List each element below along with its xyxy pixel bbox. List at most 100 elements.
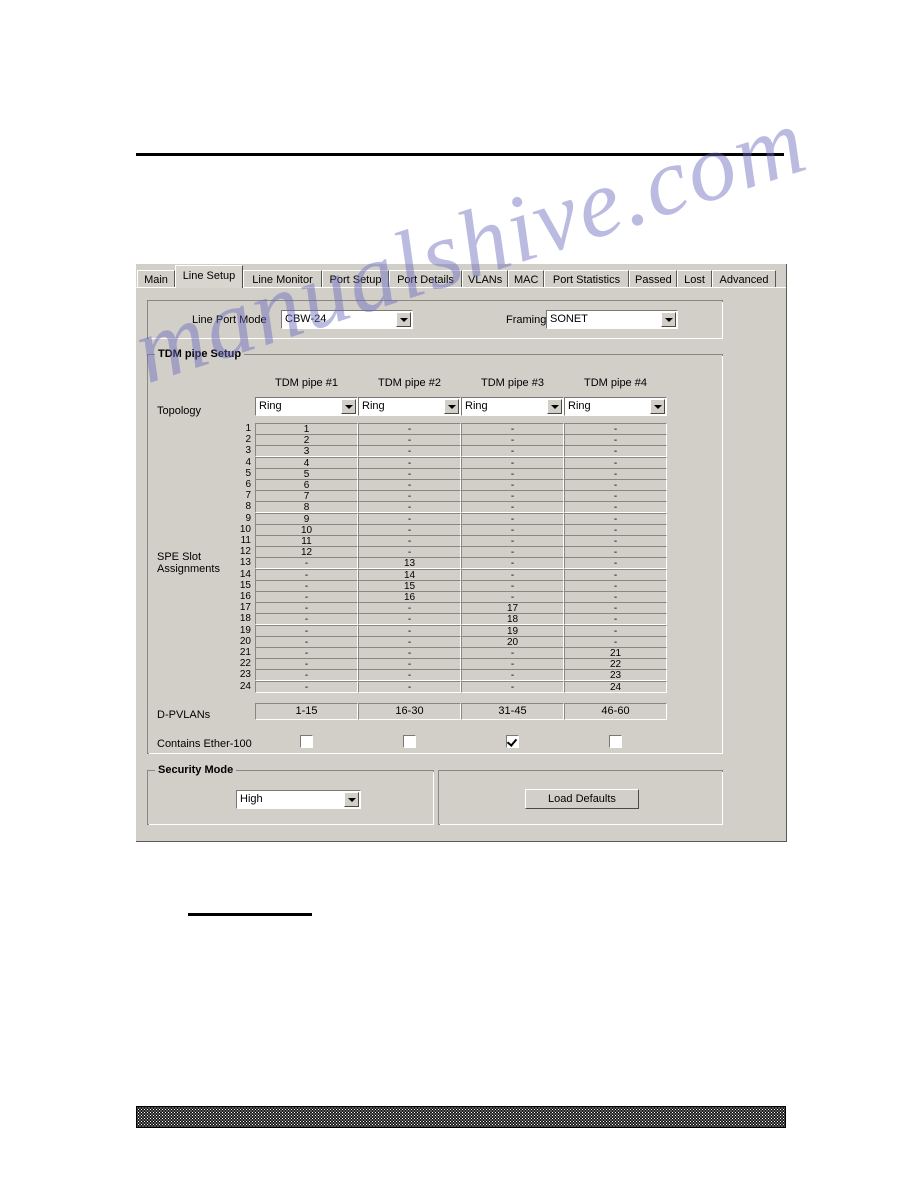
spe-slot-cell: - (564, 546, 667, 559)
spe-slot-cell: 4 (255, 456, 358, 469)
spe-row-number: 15 (239, 579, 251, 591)
chevron-down-icon[interactable] (344, 792, 359, 807)
spe-row-number: 7 (245, 490, 251, 502)
spe-slot-cell: - (461, 512, 564, 525)
spe-slot-cell: - (255, 579, 358, 592)
tab-mac[interactable]: MAC (508, 270, 544, 288)
chevron-down-icon[interactable] (650, 399, 665, 414)
spe-slot-cell: 10 (255, 523, 358, 536)
spe-slot-cell: - (461, 568, 564, 581)
spe-row-number: 9 (245, 512, 251, 524)
framing-combo[interactable]: SONET (546, 310, 678, 329)
contains-ether-100-label: Contains Ether-100 (157, 738, 252, 750)
dpvlans-field-pipe-1: 1-15 (255, 703, 358, 720)
spe-row-number: 8 (245, 501, 251, 513)
topology-combo-pipe-4[interactable]: Ring (564, 397, 667, 416)
spe-slot-cell: 21 (564, 647, 667, 659)
spe-slot-cell: - (461, 523, 564, 536)
tab-passed[interactable]: Passed (629, 270, 677, 288)
tab-lost[interactable]: Lost (677, 270, 712, 288)
spe-slot-cell: 13 (358, 557, 461, 570)
spe-slot-cell: - (255, 680, 358, 693)
spe-slot-cell: - (358, 523, 461, 536)
spe-slot-cell: - (255, 613, 358, 626)
spe-slot-cell: - (564, 456, 667, 469)
framing-label: Framing (506, 314, 547, 326)
line-port-mode-label: Line Port Mode (192, 314, 267, 326)
spe-slot-cell: 8 (255, 501, 358, 514)
spe-slot-cell: - (564, 579, 667, 592)
tab-port-statistics[interactable]: Port Statistics (544, 270, 629, 288)
chevron-down-icon[interactable] (444, 399, 459, 414)
tdm-pipe-header: TDM pipe #3 (481, 377, 544, 389)
spe-slot-cell: - (358, 445, 461, 458)
security-mode-value: High (240, 793, 263, 805)
contains-ether-100-checkbox-pipe-2[interactable] (402, 735, 416, 748)
dpvlans-field-pipe-3: 31-45 (461, 703, 564, 720)
spe-slot-cell: 16 (358, 591, 461, 603)
tab-vlans[interactable]: VLANs (462, 270, 508, 288)
spe-slot-cell: - (255, 647, 358, 659)
spe-row-number: 2 (245, 434, 251, 446)
spe-slot-cell: 3 (255, 445, 358, 458)
spe-slot-cell: - (358, 434, 461, 447)
tdm-pipe-header: TDM pipe #2 (378, 377, 441, 389)
spe-slot-cell: - (461, 479, 564, 491)
spe-slot-cell: - (358, 501, 461, 514)
topology-combo-pipe-3[interactable]: Ring (461, 397, 564, 416)
tab-line-setup[interactable]: Line Setup (175, 265, 243, 288)
tdm-pipe-setup-group: TDM pipe Setup Topology SPE Slot Assignm… (147, 348, 723, 754)
spe-slot-cell: - (564, 602, 667, 615)
spe-slot-cell: - (461, 669, 564, 682)
chevron-down-icon[interactable] (547, 399, 562, 414)
spe-slot-cell: - (564, 557, 667, 570)
tab-advanced[interactable]: Advanced (712, 270, 776, 288)
spe-slot-cell: - (358, 456, 461, 469)
tdm-pipe-header: TDM pipe #4 (584, 377, 647, 389)
spe-slot-cell: 9 (255, 512, 358, 525)
page-footer-bar (136, 1106, 786, 1128)
chevron-down-icon[interactable] (341, 399, 356, 414)
tab-line-monitor[interactable]: Line Monitor (243, 270, 322, 288)
spe-slot-cell: - (255, 602, 358, 615)
spe-slot-cell: - (358, 546, 461, 559)
spe-slot-cell: - (358, 467, 461, 480)
contains-ether-100-checkbox-pipe-1[interactable] (299, 735, 313, 748)
line-port-mode-combo[interactable]: CBW-24 (281, 310, 413, 329)
spe-slot-cell: - (461, 591, 564, 603)
chevron-down-icon[interactable] (396, 312, 411, 327)
security-mode-combo[interactable]: High (236, 790, 361, 809)
tab-strip: Main Line Setup Line Monitor Port Setup Port… (136, 264, 786, 288)
spe-slot-cell: - (358, 635, 461, 648)
page-header-rule (136, 153, 784, 156)
tdm-pipe-setup-title: TDM pipe Setup (155, 348, 245, 360)
spe-row-number: 17 (239, 602, 251, 614)
spe-row-number: 21 (239, 647, 251, 658)
tab-port-details[interactable]: Port Details (389, 270, 462, 288)
spe-slot-cell: - (461, 467, 564, 480)
topology-combo-pipe-1[interactable]: Ring (255, 397, 358, 416)
tab-main[interactable]: Main (137, 270, 175, 288)
tab-port-setup[interactable]: Port Setup (322, 270, 389, 288)
line-setup-dialog: Main Line Setup Line Monitor Port Setup Port… (136, 264, 787, 842)
spe-slot-cell: - (358, 680, 461, 693)
spe-slot-cell: - (461, 456, 564, 469)
spe-slot-cell: 24 (564, 680, 667, 693)
topology-value: Ring (568, 400, 591, 412)
spe-row-number: 11 (240, 535, 251, 546)
spe-slot-cell: 19 (461, 624, 564, 637)
topology-combo-pipe-2[interactable]: Ring (358, 397, 461, 416)
spe-slot-cell: - (255, 635, 358, 648)
spe-slot-cell: - (358, 613, 461, 626)
load-defaults-button[interactable]: Load Defaults (525, 789, 639, 809)
spe-row-number: 13 (239, 557, 251, 569)
spe-slot-cell: - (564, 512, 667, 525)
contains-ether-100-checkbox-pipe-3[interactable] (505, 735, 519, 748)
contains-ether-100-checkbox-pipe-4[interactable] (608, 735, 622, 748)
spe-slot-cell: - (461, 490, 564, 503)
chevron-down-icon[interactable] (661, 312, 676, 327)
spe-slot-assignments-label-line1: SPE Slot (157, 551, 202, 563)
spe-slot-cell: - (461, 434, 564, 447)
spe-slot-cell: - (461, 445, 564, 458)
spe-slot-cell: 11 (255, 535, 358, 547)
